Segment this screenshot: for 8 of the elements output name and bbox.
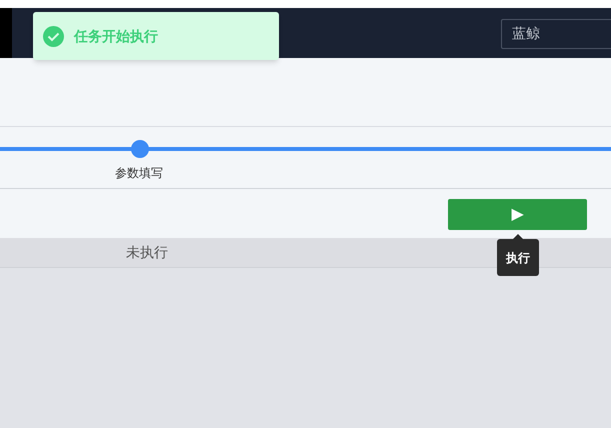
run-button[interactable]: ▶ bbox=[448, 199, 587, 230]
step-label: 参数填写 bbox=[115, 165, 163, 182]
logo-block bbox=[0, 8, 12, 58]
input-field[interactable]: 蓝鲸 bbox=[501, 19, 611, 49]
check-icon bbox=[43, 26, 64, 46]
status-text: 未执行 bbox=[126, 243, 168, 262]
tooltip-text: 执行 bbox=[506, 250, 530, 266]
toast-message: 任务开始执行 bbox=[74, 26, 158, 46]
